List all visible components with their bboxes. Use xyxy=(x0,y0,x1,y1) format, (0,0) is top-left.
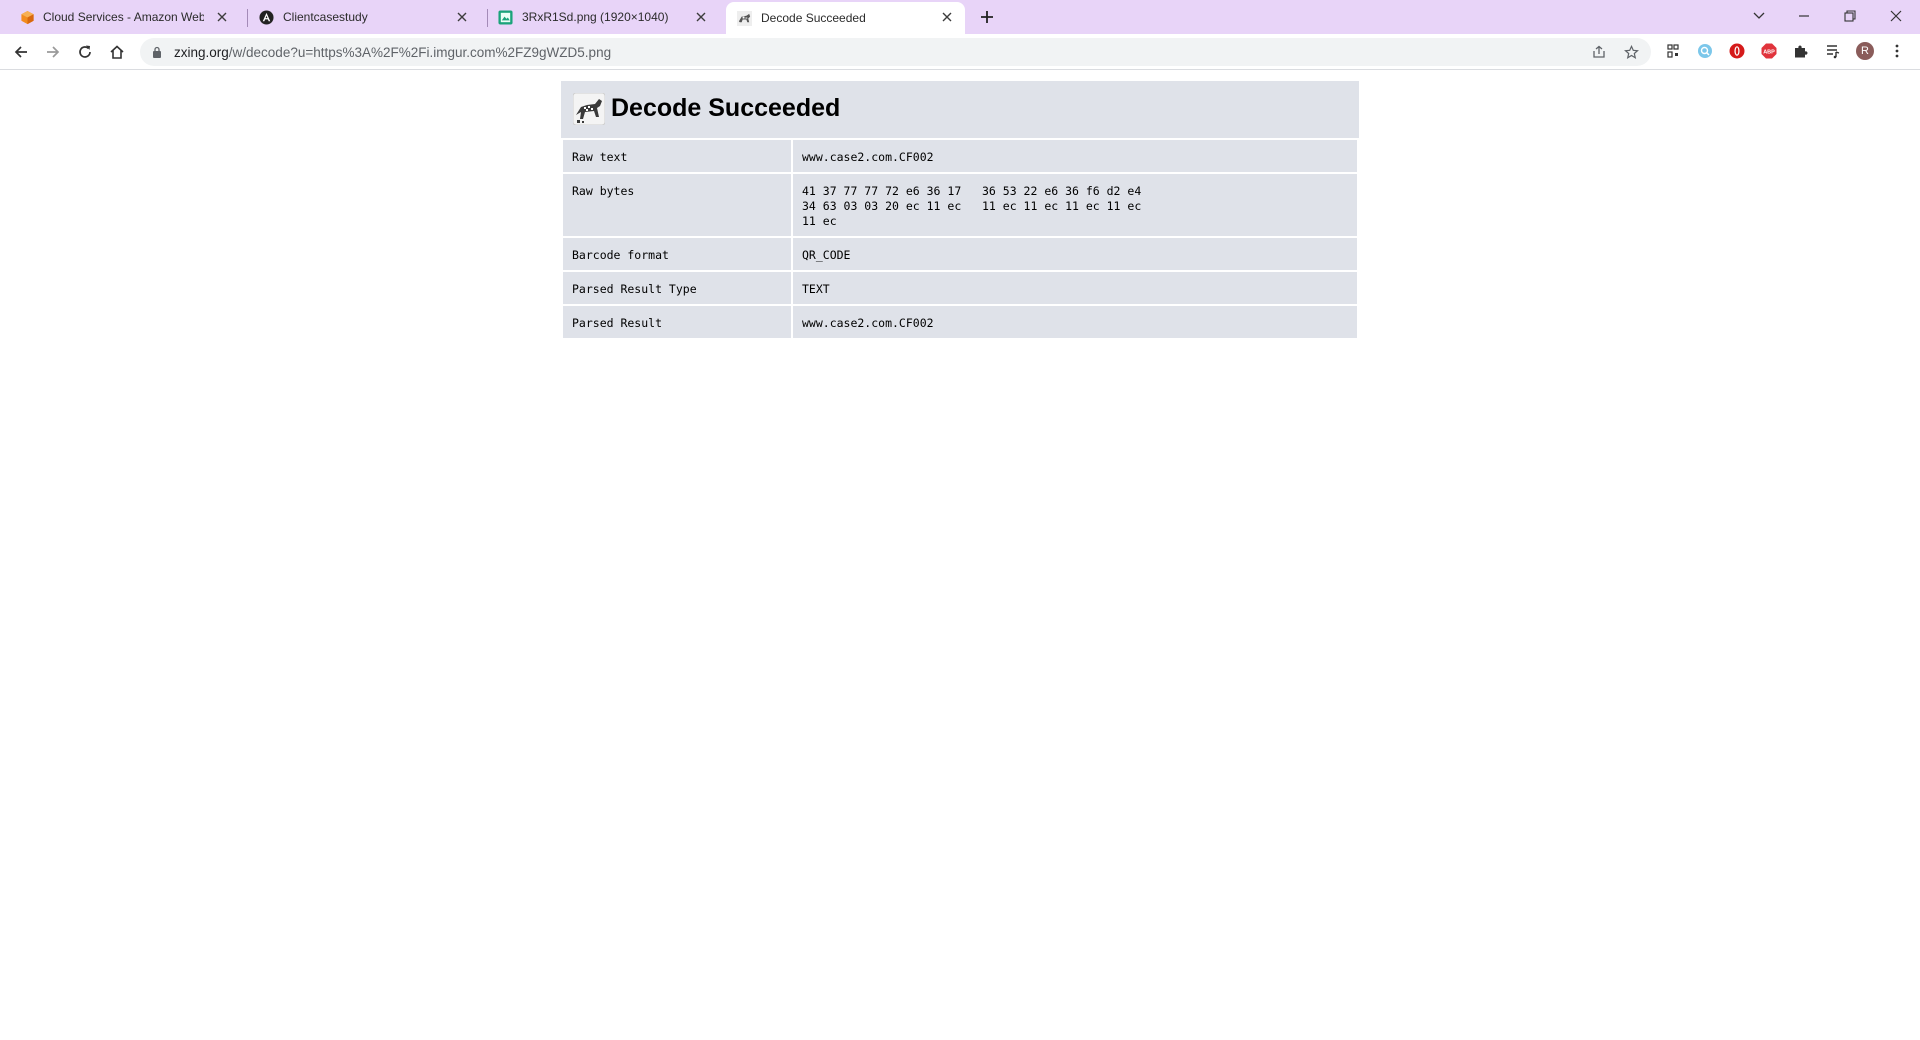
row-value-barcode-format: QR_CODE xyxy=(793,238,1357,270)
tab-close-icon[interactable] xyxy=(454,9,470,25)
tab-title: Cloud Services - Amazon Web Se xyxy=(43,10,204,24)
share-icon xyxy=(1593,45,1605,58)
chevron-down-icon xyxy=(1753,12,1765,19)
url-path: /w/decode?u=https%3A%2F%2Fi.imgur.com%2F… xyxy=(228,45,612,60)
zxing-icon xyxy=(737,11,752,26)
address-bar[interactable]: zxing.org/w/decode?u=https%3A%2F%2Fi.img… xyxy=(140,38,1651,66)
table-row: Parsed Result Type TEXT xyxy=(563,272,1357,304)
row-label: Parsed Result Type xyxy=(563,272,791,304)
back-button[interactable] xyxy=(11,42,31,62)
image-icon xyxy=(498,10,513,25)
row-value-parsed-type: TEXT xyxy=(793,272,1357,304)
table-row: Barcode format QR_CODE xyxy=(563,238,1357,270)
tab-title: 3RxR1Sd.png (1920×1040) xyxy=(522,10,669,24)
tab-decode-succeeded[interactable]: Decode Succeeded xyxy=(726,2,965,34)
tab-title: Decode Succeeded xyxy=(761,11,866,25)
chrome-menu-button[interactable] xyxy=(1888,42,1906,60)
lens-extension-icon xyxy=(1698,44,1712,58)
address-url[interactable]: zxing.org/w/decode?u=https%3A%2F%2Fi.img… xyxy=(174,45,611,60)
tab-search-button[interactable] xyxy=(1747,5,1771,27)
close-window-button[interactable] xyxy=(1884,5,1908,27)
row-label: Barcode format xyxy=(563,238,791,270)
reading-list-button[interactable] xyxy=(1824,42,1842,60)
tab-title: Clientcasestudy xyxy=(283,10,368,24)
star-icon xyxy=(1623,44,1639,59)
row-value-raw-text: www.case2.com.CF002 xyxy=(793,140,1357,172)
tab-image[interactable]: 3RxR1Sd.png (1920×1040) xyxy=(479,0,719,34)
arrow-left-icon xyxy=(14,46,27,58)
extensions-button[interactable] xyxy=(1792,42,1810,60)
avatar-initial: R xyxy=(1861,45,1869,57)
reload-icon xyxy=(79,45,91,58)
extension-qr-button[interactable] xyxy=(1664,42,1682,60)
tab-clientcasestudy[interactable]: Clientcasestudy xyxy=(240,0,480,34)
restore-button[interactable] xyxy=(1838,5,1862,27)
minimize-icon xyxy=(1799,15,1809,17)
row-label: Parsed Result xyxy=(563,306,791,338)
media-list-icon xyxy=(1827,45,1840,59)
svg-text:ABP: ABP xyxy=(1763,50,1775,56)
plus-icon xyxy=(981,11,993,23)
table-row: Raw bytes 41 37 77 77 72 e6 36 17 36 53 … xyxy=(563,174,1357,236)
red-extension-icon xyxy=(1729,43,1745,59)
qr-extension-icon xyxy=(1667,44,1679,58)
restore-icon xyxy=(1844,10,1856,22)
bookmark-button[interactable] xyxy=(1622,43,1640,61)
kebab-menu-icon xyxy=(1895,44,1899,58)
tab-aws[interactable]: Cloud Services - Amazon Web Se xyxy=(0,0,240,34)
arrow-right-icon xyxy=(47,46,60,58)
decode-result-table: Raw text www.case2.com.CF002 Raw bytes 4… xyxy=(561,138,1359,340)
row-value-parsed-result: www.case2.com.CF002 xyxy=(793,306,1357,338)
aws-icon xyxy=(21,10,34,25)
extension-adblock-button[interactable]: ABP xyxy=(1760,42,1778,60)
browser-toolbar: zxing.org/w/decode?u=https%3A%2F%2Fi.img… xyxy=(0,34,1920,70)
minimize-button[interactable] xyxy=(1792,5,1816,27)
angular-icon xyxy=(259,10,274,25)
row-label: Raw bytes xyxy=(563,174,791,236)
tab-close-icon[interactable] xyxy=(939,9,955,25)
close-icon xyxy=(1890,10,1902,22)
profile-button[interactable]: R xyxy=(1856,42,1874,60)
url-host: zxing.org xyxy=(174,45,229,60)
zxing-logo-icon xyxy=(573,93,605,125)
tab-strip: Cloud Services - Amazon Web Se Clientcas… xyxy=(0,0,1920,34)
page-header: Decode Succeeded xyxy=(561,81,1359,138)
adblock-icon: ABP xyxy=(1761,43,1777,59)
forward-button[interactable] xyxy=(43,42,63,62)
row-value-raw-bytes-cell: 41 37 77 77 72 e6 36 17 36 53 22 e6 36 f… xyxy=(793,174,1357,236)
home-button[interactable] xyxy=(107,42,127,62)
row-value-raw-bytes: 41 37 77 77 72 e6 36 17 36 53 22 e6 36 f… xyxy=(802,184,1142,228)
share-button[interactable] xyxy=(1590,43,1608,61)
table-row: Raw text www.case2.com.CF002 xyxy=(563,140,1357,172)
home-icon xyxy=(110,45,124,59)
tab-close-icon[interactable] xyxy=(214,9,230,25)
page-title: Decode Succeeded xyxy=(611,94,841,122)
extension-search-button[interactable] xyxy=(1696,42,1714,60)
table-row: Parsed Result www.case2.com.CF002 xyxy=(563,306,1357,338)
new-tab-button[interactable] xyxy=(977,7,997,27)
extension-opera-button[interactable] xyxy=(1728,42,1746,60)
puzzle-icon xyxy=(1795,45,1808,58)
lock-icon[interactable] xyxy=(152,46,162,58)
row-label: Raw text xyxy=(563,140,791,172)
tab-close-icon[interactable] xyxy=(693,9,709,25)
reload-button[interactable] xyxy=(75,42,95,62)
